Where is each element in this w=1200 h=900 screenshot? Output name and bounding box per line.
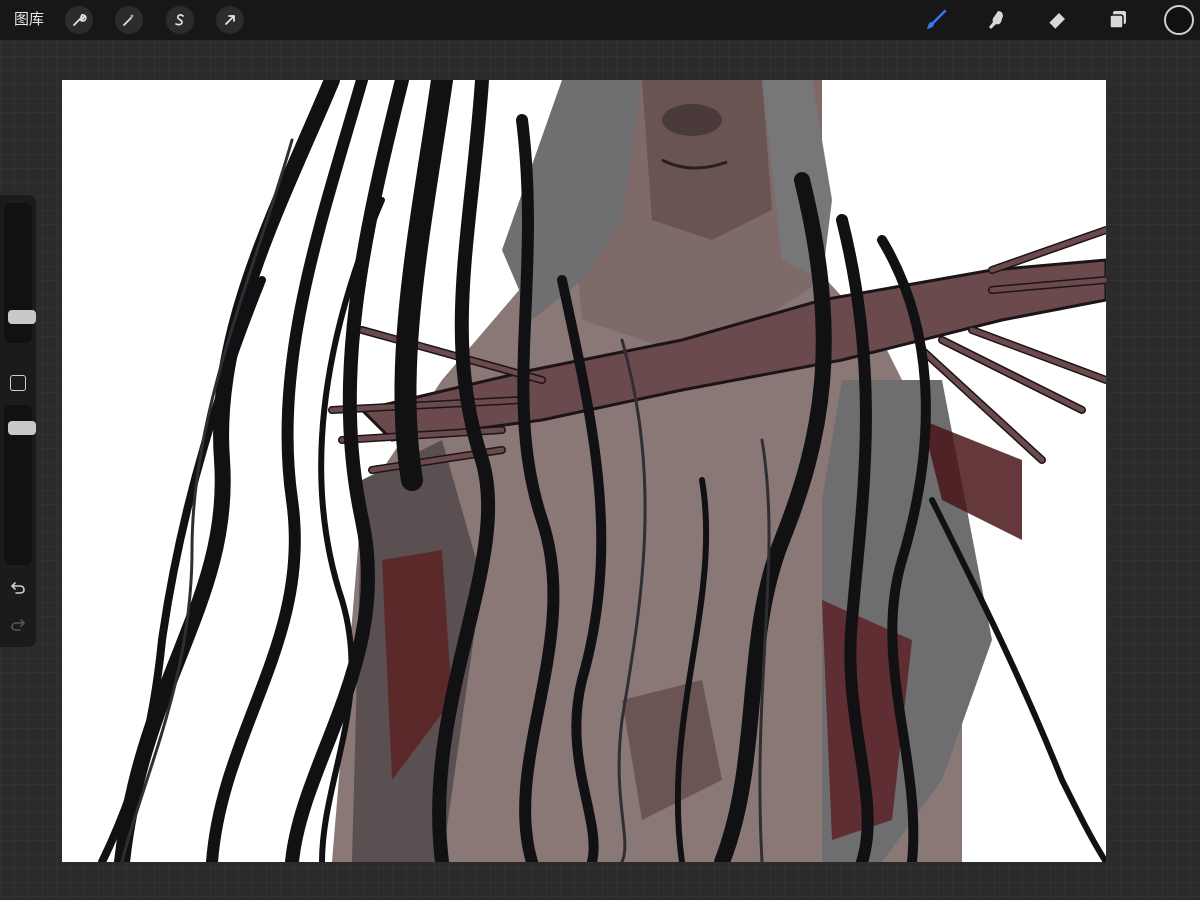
arrow-cursor-icon bbox=[225, 15, 235, 25]
brush-size-thumb[interactable] bbox=[8, 310, 36, 325]
brush-tool-button[interactable] bbox=[922, 6, 950, 34]
brush-size-slider[interactable] bbox=[4, 203, 36, 343]
artwork-illustration bbox=[98, 80, 1106, 862]
selection-s-icon bbox=[175, 14, 184, 26]
square-modify-icon[interactable] bbox=[10, 375, 26, 391]
drawing-canvas[interactable] bbox=[62, 80, 1106, 862]
brush-icon bbox=[927, 9, 947, 29]
redo-icon bbox=[11, 619, 25, 631]
eraser-icon bbox=[1048, 13, 1065, 30]
top-toolbar: 图库 bbox=[0, 0, 1200, 40]
adjustments-button[interactable] bbox=[115, 6, 143, 34]
undo-button[interactable] bbox=[8, 578, 28, 598]
layers-icon bbox=[1109, 11, 1126, 29]
redo-button[interactable] bbox=[8, 615, 28, 635]
actions-button[interactable] bbox=[65, 6, 93, 34]
gallery-button[interactable]: 图库 bbox=[14, 10, 44, 30]
smudge-finger-icon bbox=[989, 11, 1003, 29]
eraser-tool-button[interactable] bbox=[1043, 6, 1071, 34]
undo-icon bbox=[11, 582, 25, 594]
color-picker-button[interactable] bbox=[1164, 5, 1194, 35]
wrench-icon bbox=[73, 14, 87, 26]
opacity-thumb[interactable] bbox=[8, 421, 36, 435]
selection-button[interactable] bbox=[166, 6, 194, 34]
opacity-slider[interactable] bbox=[4, 405, 36, 565]
transform-button[interactable] bbox=[216, 6, 244, 34]
smudge-tool-button[interactable] bbox=[982, 6, 1010, 34]
magic-wand-icon bbox=[123, 14, 135, 26]
left-sidebar bbox=[0, 195, 36, 647]
layers-button[interactable] bbox=[1104, 6, 1132, 34]
